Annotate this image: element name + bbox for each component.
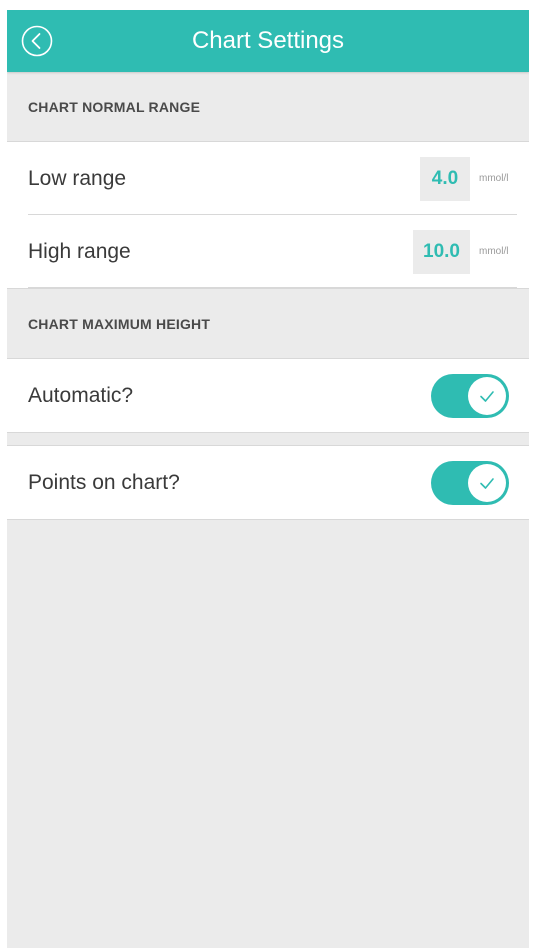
low-range-input[interactable]: 4.0 <box>420 156 470 201</box>
page-title: Chart Settings <box>191 27 345 54</box>
back-chevron-circle-icon <box>21 25 53 57</box>
high-range-label: High range <box>28 239 131 263</box>
high-range-row: High range 10.0 mmol/l <box>7 215 529 288</box>
points-on-chart-toggle[interactable] <box>431 460 509 505</box>
normal-range-card: Low range 4.0 mmol/l High range 10.0 mmo… <box>7 142 529 289</box>
back-button[interactable] <box>21 25 53 57</box>
toggle-knob <box>468 376 506 415</box>
header-bar: Chart Settings <box>7 10 529 72</box>
section-header-normal-range: CHART NORMAL RANGE <box>7 72 529 142</box>
section-spacer <box>7 433 529 446</box>
high-range-unit: mmol/l <box>479 246 509 257</box>
low-range-row: Low range 4.0 mmol/l <box>7 142 529 215</box>
low-range-label: Low range <box>28 166 127 190</box>
checkmark-icon <box>480 390 494 402</box>
screen: Chart Settings CHART NORMAL RANGE Low ra… <box>0 0 536 948</box>
low-range-unit: mmol/l <box>479 173 509 184</box>
section-header-max-height: CHART MAXIMUM HEIGHT <box>7 289 529 359</box>
automatic-toggle[interactable] <box>431 373 509 418</box>
max-height-card: Automatic? <box>7 359 529 433</box>
toggle-knob <box>468 463 506 502</box>
points-on-chart-row: Points on chart? <box>7 446 529 519</box>
high-range-input[interactable]: 10.0 <box>413 229 470 274</box>
checkmark-icon <box>480 477 494 489</box>
automatic-label: Automatic? <box>28 383 134 407</box>
automatic-row: Automatic? <box>7 359 529 432</box>
points-card: Points on chart? <box>7 446 529 520</box>
chart-settings-page: Chart Settings CHART NORMAL RANGE Low ra… <box>7 10 529 948</box>
points-on-chart-label: Points on chart? <box>28 470 180 494</box>
